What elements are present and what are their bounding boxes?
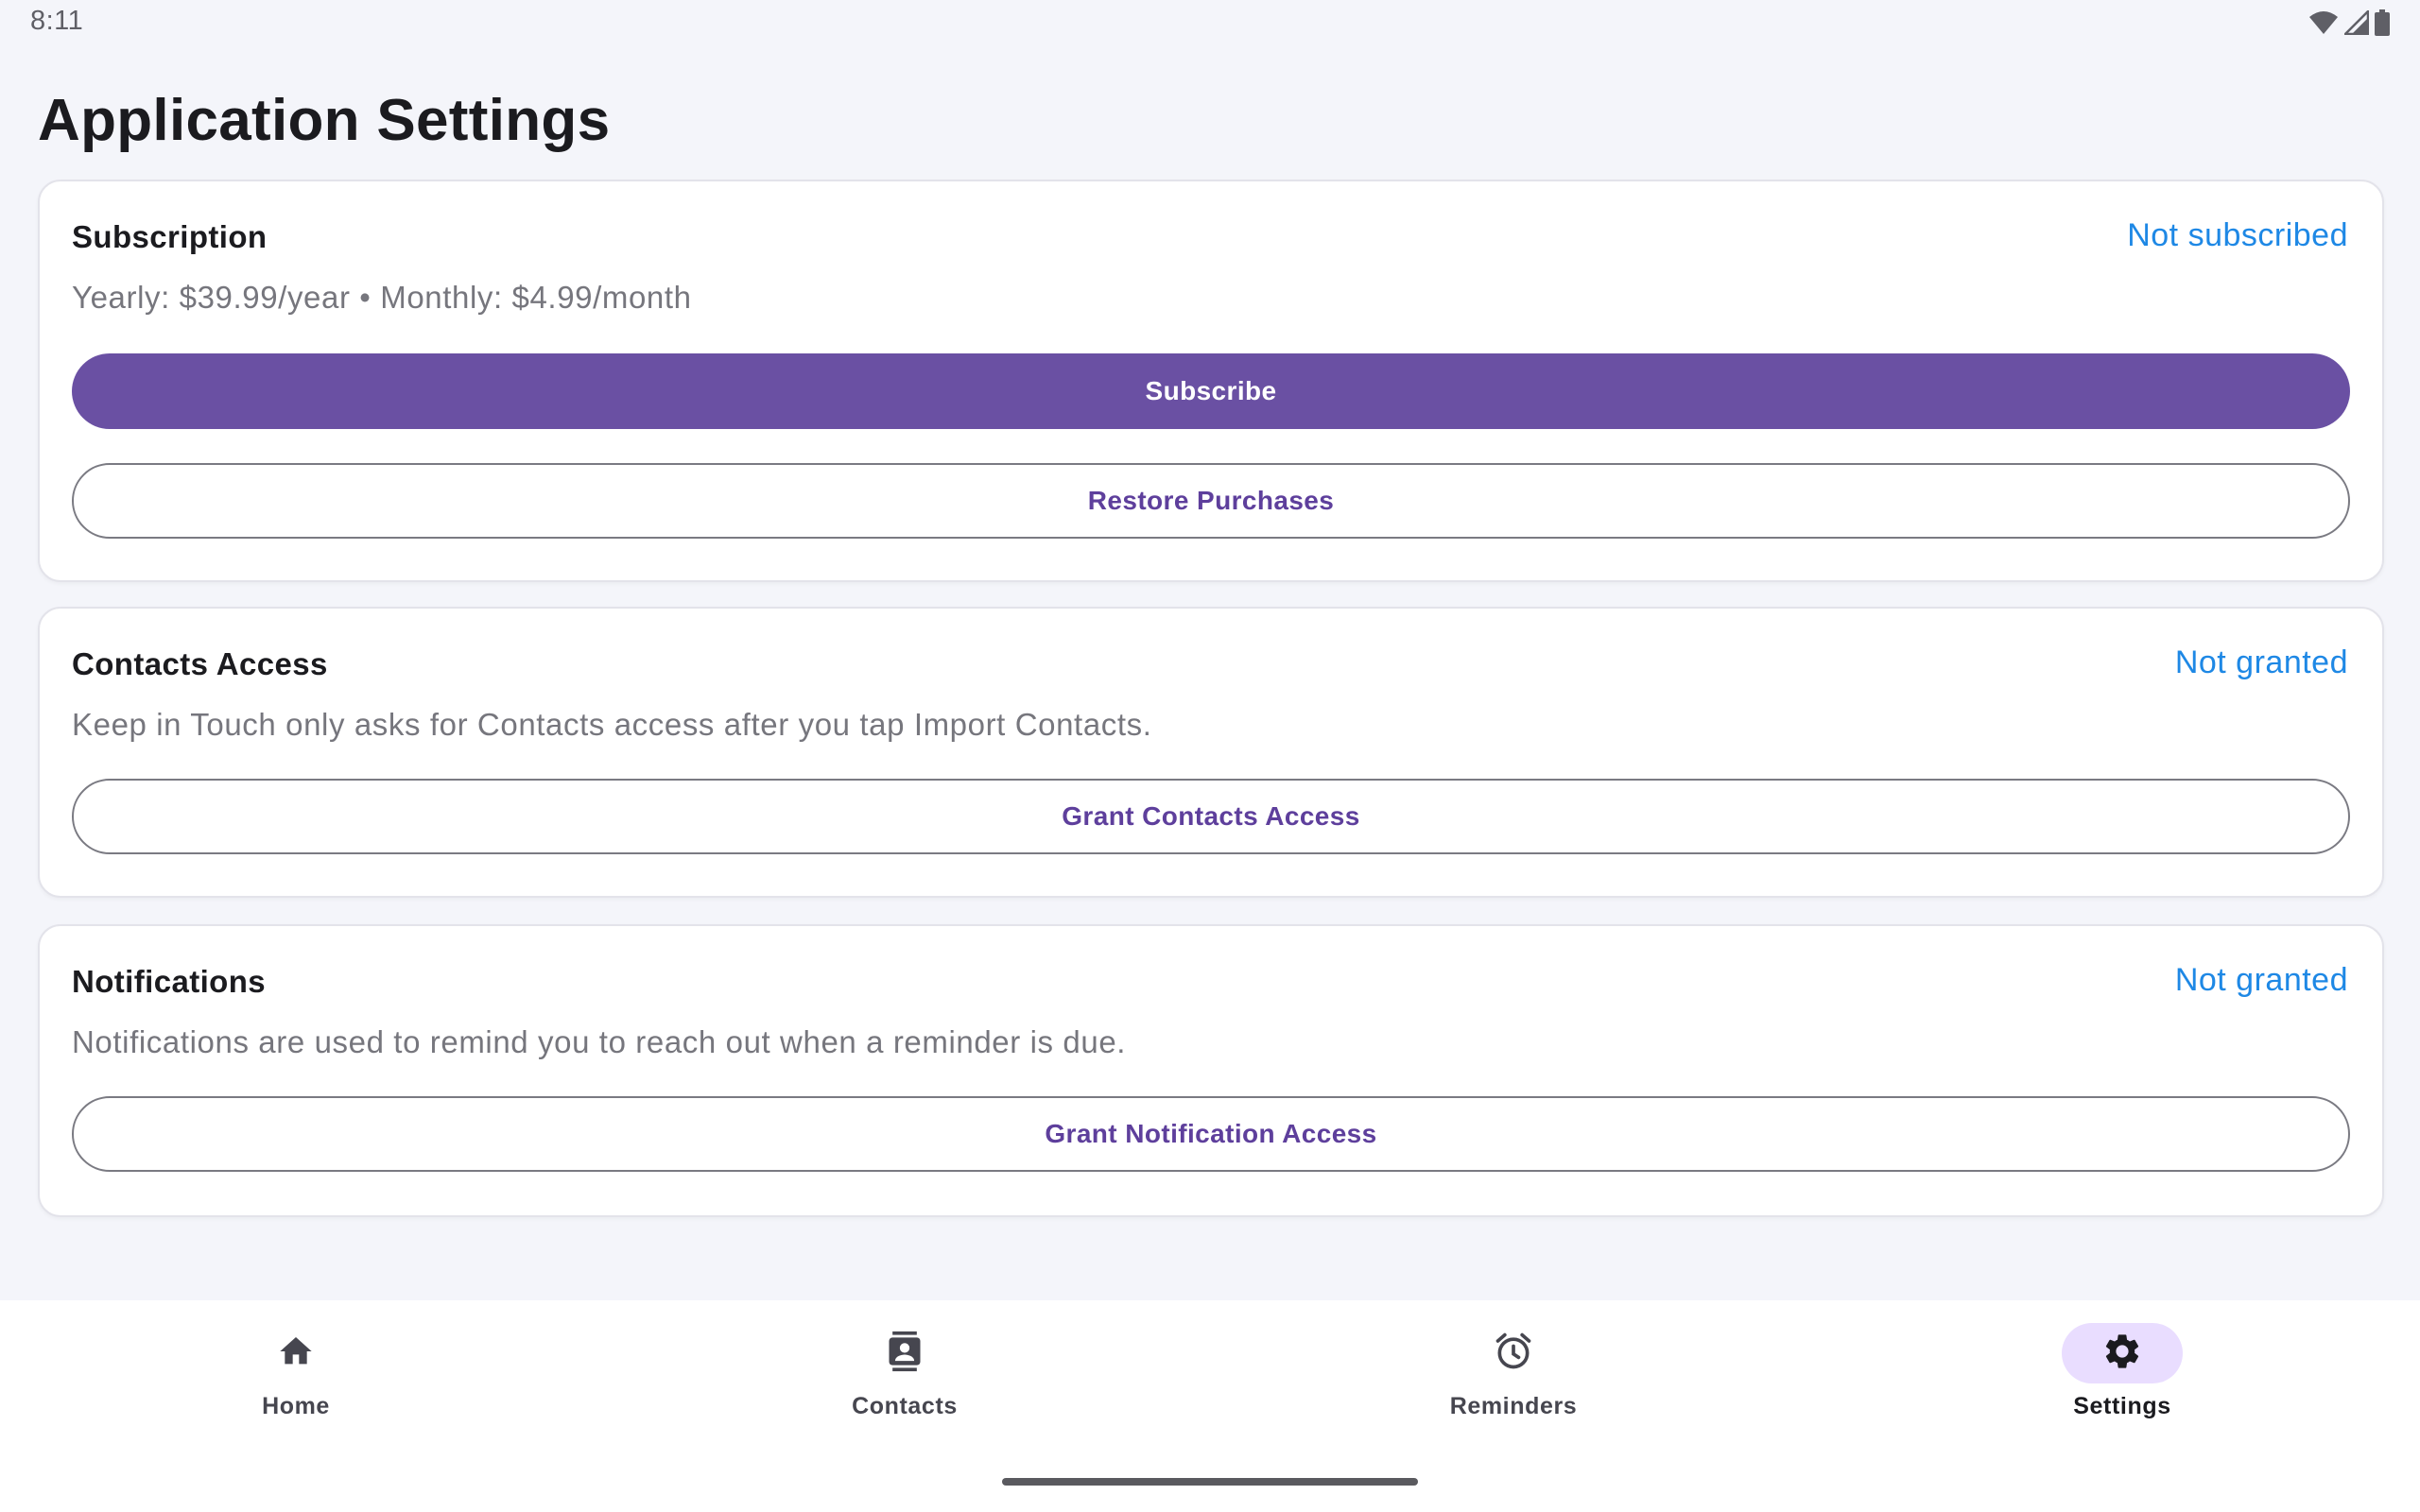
nav-item-home[interactable]: Home <box>173 1300 419 1452</box>
battery-icon <box>2375 9 2390 36</box>
status-icons <box>2308 9 2390 36</box>
grant-contacts-access-button[interactable]: Grant Contacts Access <box>72 779 2350 854</box>
alarm-icon <box>1493 1331 1534 1377</box>
subscription-card: Subscription Not subscribed Yearly: $39.… <box>38 180 2384 582</box>
restore-purchases-button[interactable]: Restore Purchases <box>72 463 2350 539</box>
nav-item-contacts[interactable]: Contacts <box>782 1300 1028 1452</box>
notifications-description: Notifications are used to remind you to … <box>72 1024 1127 1059</box>
wifi-icon <box>2308 10 2339 35</box>
nav-label-settings: Settings <box>2073 1393 2171 1419</box>
contacts-access-status: Not granted <box>2174 644 2348 680</box>
nav-label-contacts: Contacts <box>852 1393 958 1419</box>
contacts-access-description: Keep in Touch only asks for Contacts acc… <box>72 707 1152 742</box>
gear-icon <box>2101 1331 2143 1377</box>
notifications-title: Notifications <box>72 964 267 999</box>
nav-icon-container <box>235 1323 356 1383</box>
status-bar: 8:11 <box>0 0 2420 47</box>
subscription-title: Subscription <box>72 219 268 254</box>
contacts-access-card: Contacts Access Not granted Keep in Touc… <box>38 607 2384 898</box>
cell-signal-icon <box>2344 10 2369 35</box>
nav-icon-container <box>1453 1323 1574 1383</box>
contacts-access-title: Contacts Access <box>72 646 328 681</box>
nav-label-reminders: Reminders <box>1449 1393 1578 1419</box>
contacts-icon <box>884 1329 925 1379</box>
nav-icon-container <box>2062 1323 2183 1383</box>
status-time: 8:11 <box>30 6 84 36</box>
subscription-pricing: Yearly: $39.99/year • Monthly: $4.99/mon… <box>72 280 692 315</box>
home-gesture-handle[interactable] <box>1002 1478 1418 1486</box>
nav-item-settings[interactable]: Settings <box>1999 1300 2245 1452</box>
nav-icon-container <box>844 1323 965 1383</box>
notifications-card: Notifications Not granted Notifications … <box>38 924 2384 1217</box>
nav-item-reminders[interactable]: Reminders <box>1391 1300 1636 1452</box>
subscription-status: Not subscribed <box>2127 217 2348 253</box>
nav-label-home: Home <box>262 1393 330 1419</box>
grant-notification-access-button[interactable]: Grant Notification Access <box>72 1096 2350 1172</box>
home-icon <box>277 1332 315 1375</box>
notifications-status: Not granted <box>2174 962 2348 998</box>
subscribe-button[interactable]: Subscribe <box>72 353 2350 429</box>
page-title: Application Settings <box>38 88 611 153</box>
